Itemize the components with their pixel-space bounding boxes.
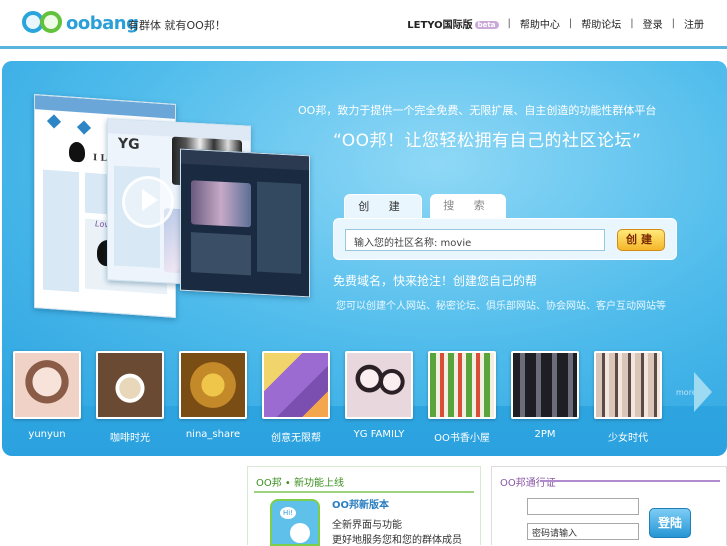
divider [540,480,720,482]
featured-item[interactable]: OO书香小屋 [428,351,496,444]
group-avatar [179,351,247,419]
group-avatar [594,351,662,419]
nav-letyo-link[interactable]: LETYO国际版 beta [398,16,507,31]
logo-rings-icon [22,9,64,37]
username-input[interactable] [527,498,639,515]
butterfly-icon [76,120,92,135]
featured-item[interactable]: 2PM [511,351,579,440]
featured-caption: yunyun [28,429,66,440]
password-field[interactable] [527,523,639,540]
yg-title: YG [118,135,140,153]
oobang-logo[interactable]: oobang [22,9,139,37]
group-avatar [262,351,330,419]
featured-item[interactable]: 创意无限帮 [262,351,330,444]
featured-item[interactable]: YG FAMILY [345,351,413,440]
group-avatar [511,351,579,419]
login-button[interactable]: 登陆 [649,508,691,538]
top-bar: oobang 有群体 就有OO邦！ LETYO国际版 beta | 帮助中心 | … [0,0,727,49]
promo-title: 免费域名，快来抢注！创建您自己的帮 [333,274,538,288]
group-avatar [428,351,496,419]
top-nav: LETYO国际版 beta | 帮助中心 | 帮助论坛 | 登录 | 注册 [398,16,713,31]
album-photo [191,180,251,228]
news-panel-title: OO邦 • 新功能上线 [256,478,344,489]
smiley-icon [290,523,310,543]
create-button[interactable]: 创建 [617,229,665,251]
tab-create[interactable]: 创 建 [344,194,422,221]
nav-help-forum-link[interactable]: 帮助论坛 [572,16,630,31]
featured-caption: YG FAMILY [353,429,405,440]
featured-item[interactable]: 少女时代 [594,351,662,444]
group-avatar [13,351,81,419]
nav-login-link[interactable]: 登录 [634,16,672,31]
news-item-title[interactable]: OO邦新版本 [332,496,389,511]
divider [254,491,474,493]
hi-bubble-text: Hi! [280,507,296,519]
nav-register-link[interactable]: 注册 [675,16,713,31]
music-site-screenshot [180,148,310,298]
featured-item[interactable]: 咖啡时光 [96,351,164,444]
nav-help-center-link[interactable]: 帮助中心 [511,16,569,31]
promo-subtitle: 您可以创建个人网站、秘密论坛、俱乐部网站、协会网站、客户互动网站等 [336,301,666,312]
tab-search[interactable]: 搜 索 [430,194,506,220]
group-avatar [345,351,413,419]
community-name-input[interactable] [345,229,605,251]
featured-item[interactable]: yunyun [13,351,81,440]
featured-caption: 2PM [534,429,556,440]
news-panel: OO邦 • 新功能上线 Hi! OO邦新版本 全新界面与功能 更好地服务您和您的… [247,466,481,546]
featured-caption: 创意无限帮 [271,433,321,444]
featured-item[interactable]: nina_share [179,351,247,440]
next-arrow-icon[interactable] [694,372,712,412]
hero-tagline: OO邦，致力于提供一个完全免费、无限扩展、自主创造的功能性群体平台 [298,104,657,117]
news-item-line: 更好地服务您和您的群体成员 [332,535,462,546]
group-avatar [96,351,164,419]
news-item-line: 全新界面与功能 [332,520,402,531]
featured-caption: OO书香小屋 [434,433,490,444]
beta-badge: beta [474,21,499,29]
hero-quote: “OO邦！让您轻松拥有自己的社区论坛” [333,131,642,151]
slogan: 有群体 就有OO邦！ [128,19,226,32]
cat-icon [69,141,85,163]
featured-caption: 少女时代 [608,433,648,444]
login-panel: OO邦通行证 登陆 [491,466,727,545]
featured-caption: nina_share [185,429,241,440]
butterfly-icon [46,114,62,129]
hi-chat-icon: Hi! [270,499,320,546]
play-icon[interactable] [122,176,174,228]
featured-caption: 咖啡时光 [110,433,150,444]
